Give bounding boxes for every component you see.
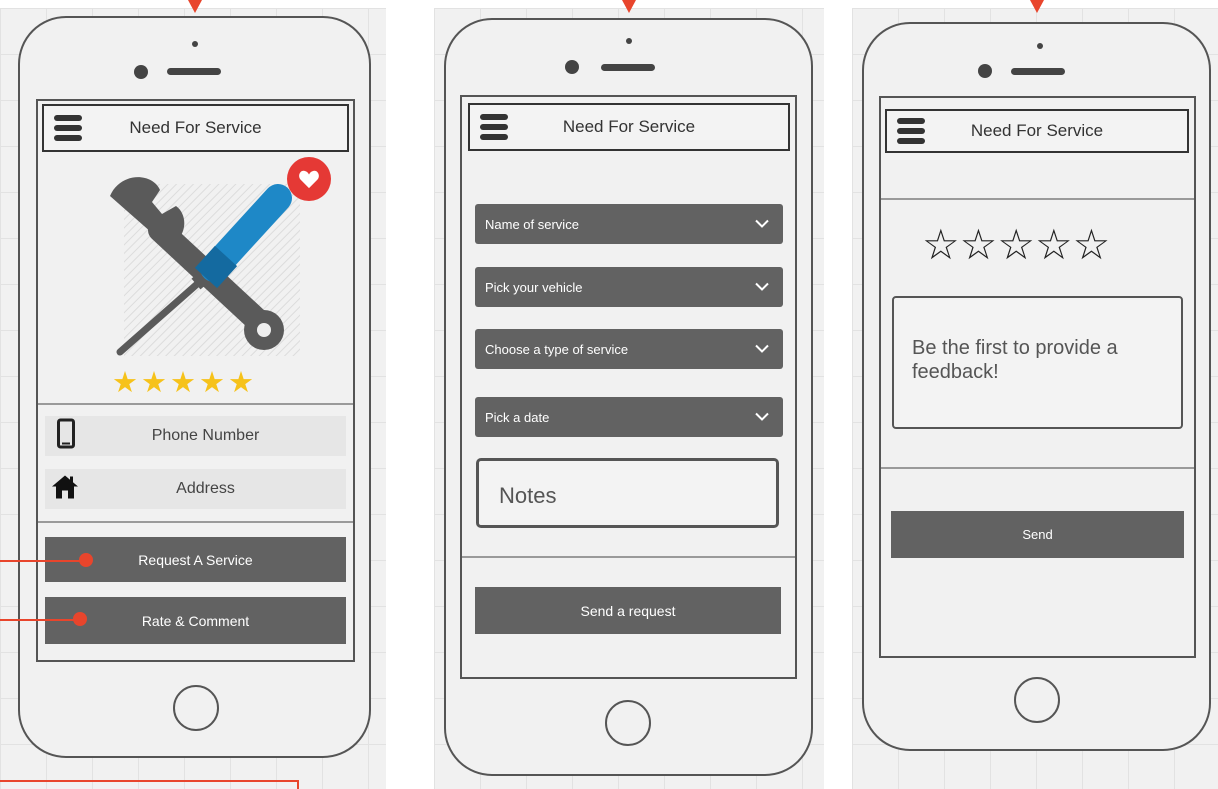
flow-marker-top-3: [1030, 0, 1044, 13]
dropdown-label: Pick your vehicle: [485, 279, 583, 295]
page-title: Need For Service: [129, 118, 262, 137]
divider: [38, 403, 353, 405]
page-title: Need For Service: [562, 117, 696, 136]
phone-icon: [57, 418, 75, 454]
feedback-input[interactable]: Be the first to provide a feedback!: [892, 296, 1183, 429]
speaker-icon: [1011, 68, 1065, 75]
flow-connector: [0, 619, 80, 621]
heart-icon: [299, 170, 319, 189]
page-title: Need For Service: [970, 121, 1104, 140]
front-camera-icon: [192, 41, 198, 47]
phone-number-row[interactable]: Phone Number: [45, 416, 346, 456]
flow-connector-dot: [73, 612, 87, 626]
rate-comment-button[interactable]: Rate & Comment: [45, 597, 346, 644]
rate-comment-label: Rate & Comment: [141, 612, 250, 629]
home-icon: [51, 474, 79, 505]
chevron-down-icon: [755, 219, 769, 228]
service-name-dropdown[interactable]: Name of service: [475, 204, 783, 244]
home-button[interactable]: [1014, 677, 1060, 723]
star-rating-gold: ★ ★ ★ ★ ★: [112, 369, 254, 398]
star-outline-icon[interactable]: ☆: [922, 224, 960, 266]
flow-connector-dot: [79, 553, 93, 567]
app-header: Need For Service: [42, 104, 349, 152]
send-request-label: Send a request: [580, 602, 676, 619]
chevron-down-icon: [755, 282, 769, 291]
chevron-down-icon: [755, 344, 769, 353]
front-camera-icon: [626, 38, 632, 44]
home-button[interactable]: [605, 700, 651, 746]
notes-placeholder: Notes: [499, 483, 557, 508]
divider: [462, 556, 795, 558]
star-icon: ★: [112, 367, 138, 399]
favorite-button[interactable]: [287, 157, 331, 201]
chevron-down-icon: [755, 412, 769, 421]
notes-input[interactable]: Notes: [476, 458, 779, 528]
dropdown-label: Pick a date: [485, 409, 550, 425]
star-outline-icon[interactable]: ☆: [960, 224, 998, 266]
speaker-icon: [167, 68, 221, 75]
star-outline-icon[interactable]: ☆: [1035, 224, 1073, 266]
divider: [38, 521, 353, 523]
star-rating-input[interactable]: ☆ ☆ ☆ ☆ ☆: [922, 224, 1110, 266]
flow-marker-top-1: [188, 0, 202, 13]
speaker-icon: [601, 64, 655, 71]
divider: [881, 198, 1194, 200]
star-icon: ★: [199, 367, 225, 399]
home-button[interactable]: [173, 685, 219, 731]
star-outline-icon[interactable]: ☆: [997, 224, 1035, 266]
sensor-icon: [565, 60, 579, 74]
flow-connector-bottom: [0, 780, 299, 789]
dropdown-label: Choose a type of service: [485, 341, 629, 357]
app-header: Need For Service: [468, 103, 790, 151]
phone-number-label: Phone Number: [151, 427, 260, 444]
sensor-icon: [978, 64, 992, 78]
send-request-button[interactable]: Send a request: [475, 587, 781, 634]
feedback-placeholder: Be the first to provide a feedback!: [912, 337, 1118, 383]
star-outline-icon[interactable]: ☆: [1073, 224, 1111, 266]
divider: [881, 467, 1194, 469]
front-camera-icon: [1037, 43, 1043, 49]
flow-connector: [0, 560, 86, 562]
vehicle-dropdown[interactable]: Pick your vehicle: [475, 267, 783, 307]
app-header: Need For Service: [885, 109, 1189, 153]
star-icon: ★: [228, 367, 254, 399]
service-type-dropdown[interactable]: Choose a type of service: [475, 329, 783, 369]
sensor-icon: [134, 65, 148, 79]
dropdown-label: Name of service: [485, 216, 579, 232]
send-button[interactable]: Send: [891, 511, 1184, 558]
request-service-label: Request A Service: [138, 551, 253, 568]
date-dropdown[interactable]: Pick a date: [475, 397, 783, 437]
send-label: Send: [1022, 527, 1053, 542]
address-row[interactable]: Address: [45, 469, 346, 509]
flow-marker-top-2: [622, 0, 636, 13]
address-label: Address: [176, 480, 235, 497]
star-icon: ★: [141, 367, 167, 399]
star-icon: ★: [170, 367, 196, 399]
